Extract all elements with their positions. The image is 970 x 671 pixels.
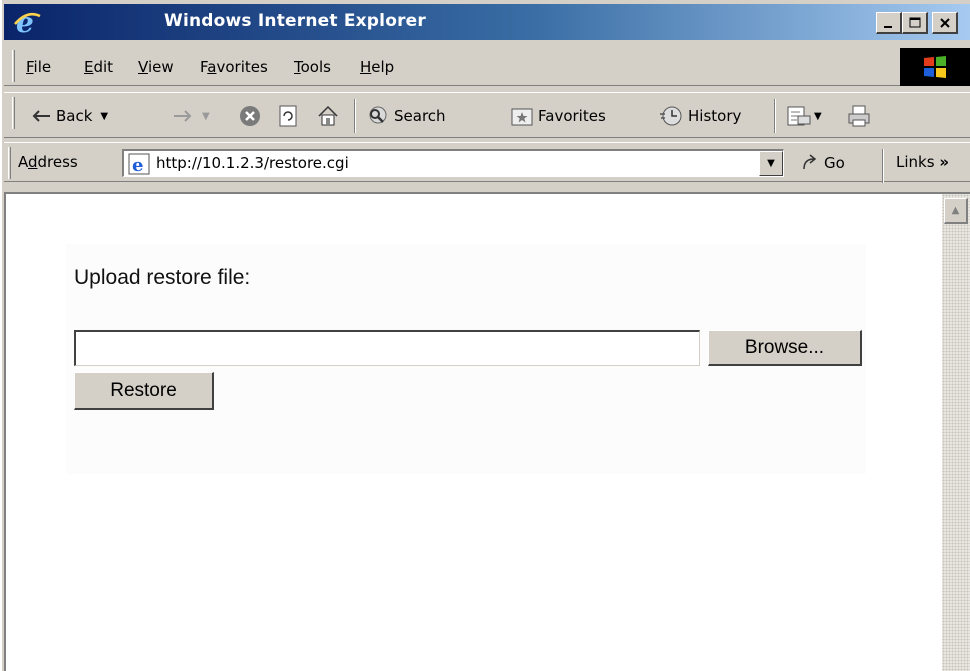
- search-button[interactable]: Search: [366, 103, 446, 129]
- svg-text:e: e: [16, 8, 34, 36]
- menu-help[interactable]: Help: [360, 58, 394, 76]
- toolbar-separator: [774, 99, 776, 133]
- file-path-input[interactable]: [74, 330, 700, 366]
- menu-edit[interactable]: Edit: [84, 58, 113, 76]
- upload-label: Upload restore file:: [74, 266, 251, 289]
- back-button[interactable]: Back ▼: [30, 103, 108, 129]
- address-grip[interactable]: [8, 147, 11, 179]
- address-field[interactable]: e http://10.1.2.3/restore.cgi ▼: [122, 149, 784, 177]
- mail-icon: [787, 106, 811, 126]
- mail-button[interactable]: ▼: [786, 103, 822, 129]
- stop-button[interactable]: [238, 103, 262, 129]
- back-dropdown-icon[interactable]: ▼: [100, 111, 108, 122]
- go-arrow-icon: [803, 154, 817, 170]
- refresh-button[interactable]: [278, 103, 300, 129]
- menu-bar: File Edit View Favorites Tools Help: [4, 46, 970, 86]
- menu-favorites[interactable]: Favorites: [200, 58, 268, 76]
- windows-logo-icon: [900, 48, 970, 86]
- home-icon: [318, 105, 338, 126]
- favorites-icon: [511, 108, 533, 126]
- address-separator: [882, 149, 884, 183]
- search-icon: [369, 106, 387, 124]
- maximize-button[interactable]: [902, 12, 928, 34]
- window-title: Windows Internet Explorer: [164, 11, 426, 31]
- close-button[interactable]: [932, 12, 958, 34]
- forward-button[interactable]: ▼: [172, 103, 210, 129]
- search-label: Search: [394, 107, 446, 125]
- close-icon: [939, 17, 950, 28]
- favorites-label: Favorites: [538, 107, 606, 125]
- history-label: History: [688, 107, 742, 125]
- maximize-icon: [909, 17, 920, 27]
- restore-panel: Upload restore file: Browse... Restore: [66, 244, 866, 474]
- svg-text:e: e: [132, 155, 143, 175]
- stop-icon: [240, 106, 260, 126]
- menu-view[interactable]: View: [138, 58, 174, 76]
- address-label: Address: [18, 153, 78, 171]
- title-bar[interactable]: e Windows Internet Explorer: [4, 4, 970, 40]
- home-button[interactable]: [316, 103, 340, 129]
- go-button[interactable]: Go: [800, 153, 845, 173]
- forward-arrow-icon: [174, 110, 192, 122]
- vertical-scrollbar[interactable]: ▲: [942, 194, 970, 671]
- browse-button[interactable]: Browse...: [708, 330, 862, 366]
- toolbar-separator: [354, 99, 356, 133]
- menu-file[interactable]: File: [26, 58, 51, 76]
- links-button[interactable]: Links »: [896, 153, 949, 171]
- refresh-icon: [279, 105, 297, 127]
- address-url[interactable]: http://10.1.2.3/restore.cgi: [156, 154, 349, 172]
- ie-logo-icon: e: [14, 8, 41, 36]
- toolbar-grip[interactable]: [12, 97, 15, 129]
- printer-icon: [848, 105, 870, 127]
- forward-dropdown-icon[interactable]: ▼: [202, 111, 210, 122]
- menu-tools[interactable]: Tools: [294, 58, 331, 76]
- address-bar: Address e http://10.1.2.3/restore.cgi ▼ …: [4, 142, 970, 183]
- favorites-button[interactable]: Favorites: [510, 103, 606, 129]
- back-arrow-icon: [32, 110, 50, 122]
- menu-grip[interactable]: [12, 50, 15, 82]
- minimize-button[interactable]: [876, 12, 902, 34]
- address-dropdown-icon[interactable]: ▼: [759, 151, 783, 176]
- history-icon: [660, 106, 682, 126]
- back-label: Back: [56, 107, 93, 125]
- mail-dropdown-icon[interactable]: ▼: [814, 111, 822, 122]
- standard-toolbar: Back ▼ ▼ Search Favorites History ▼: [4, 92, 970, 138]
- minimize-icon: [883, 25, 892, 28]
- page-viewport: Upload restore file: Browse... Restore ▲: [4, 192, 970, 671]
- page-ie-icon: e: [128, 153, 150, 175]
- history-button[interactable]: History: [658, 103, 741, 129]
- browser-window: e Windows Internet Explorer File Edit Vi…: [0, 0, 970, 671]
- restore-button[interactable]: Restore: [74, 372, 214, 410]
- chevron-more-icon: »: [939, 153, 950, 171]
- go-label: Go: [824, 154, 845, 172]
- scroll-up-arrow-icon[interactable]: ▲: [944, 198, 968, 224]
- print-button[interactable]: [846, 103, 872, 129]
